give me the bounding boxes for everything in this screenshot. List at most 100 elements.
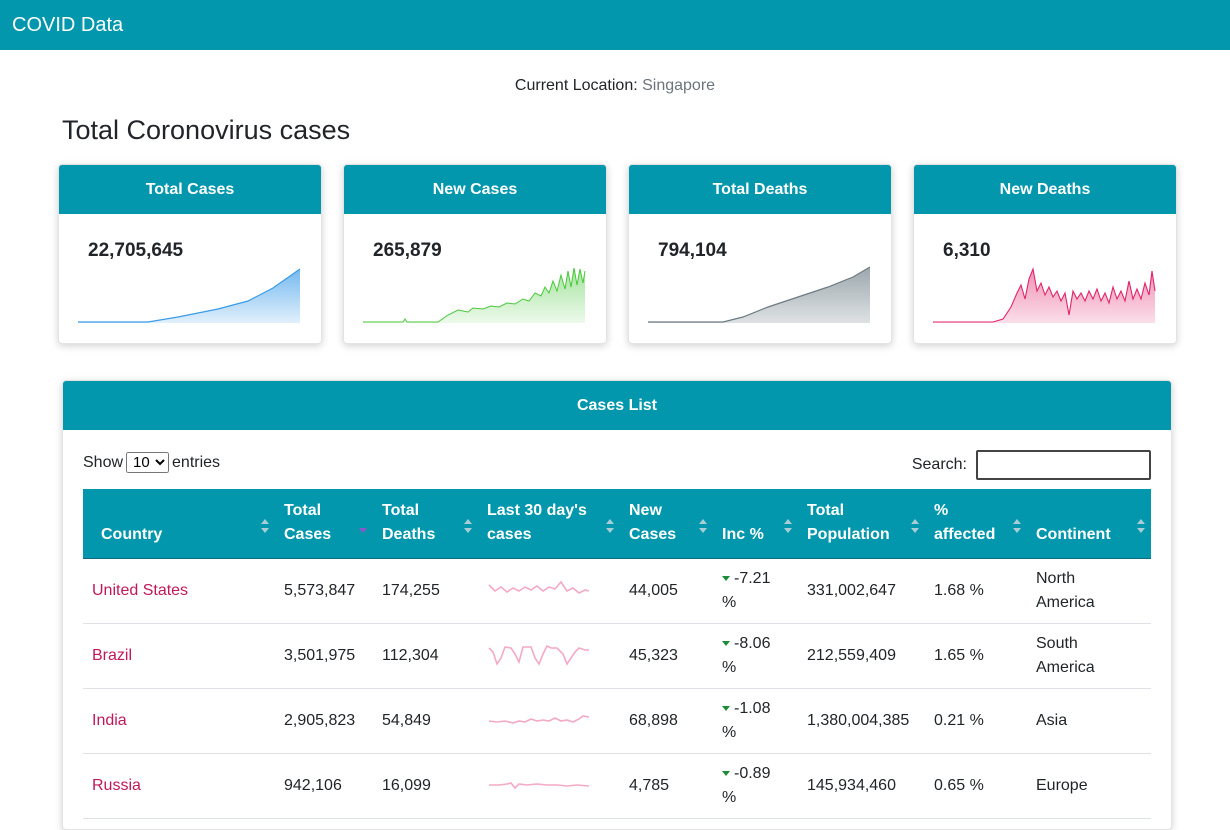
sparkline-cell [478,753,620,819]
table-row: United States 5,573,847 174,255 44,005 -… [83,558,1151,624]
card-value: 6,310 [943,240,991,261]
card-value: 265,879 [373,240,442,261]
new-cases-cell: 68,898 [620,688,713,754]
table-row: Russia 942,106 16,099 4,785 -0.89% 145,9… [83,753,1151,819]
page-length-select[interactable]: 10 [126,452,170,473]
down-arrow-icon [722,575,730,581]
sparkline-chart [488,580,590,594]
card-title: New Deaths [914,165,1176,214]
card-title: New Cases [344,165,606,214]
continent-cell: South America [1027,623,1151,689]
cases-table: Country Total Cases Total Deaths Last 30 d… [83,489,1151,819]
chart-area [933,269,1155,323]
col-header-new-cases[interactable]: New Cases [620,489,713,559]
new-cases-area-chart [363,267,586,323]
card-total-cases: Total Cases 22,705,645 [58,164,322,344]
sort-arrows-icon [911,518,919,533]
card-title: Total Deaths [629,165,891,214]
down-arrow-icon [722,640,730,646]
location-label: Current Location: [514,77,638,94]
search-input[interactable] [976,450,1151,480]
sparkline [488,714,590,724]
chart-area [363,268,585,323]
inc-percent-cell: -0.89% [713,753,798,819]
country-link[interactable]: India [92,712,127,729]
affected-cell: 0.21 % [925,688,1027,754]
population-cell: 331,002,647 [798,558,925,624]
table-controls: Show 10 entries Search: [63,430,1171,488]
affected-cell: 1.65 % [925,623,1027,689]
sparkline-chart [489,781,590,789]
total-cases-cell: 5,573,847 [275,558,373,624]
sparkline-cell [478,623,620,689]
card-value: 22,705,645 [88,240,184,261]
top-navbar: COVID Data [0,0,1230,50]
sort-arrows-icon [261,518,269,533]
show-label: Show [83,453,124,471]
new-cases-cell: 4,785 [620,753,713,819]
current-location: Current Location: Singapore [0,77,1230,95]
affected-cell: 0.65 % [925,753,1027,819]
col-header-last-30-days[interactable]: Last 30 day's cases [478,489,620,559]
table-row: India 2,905,823 54,849 68,898 -1.08% 1,3… [83,688,1151,754]
total-deaths-cell: 174,255 [373,558,478,624]
sort-arrows-icon [784,518,792,533]
col-header-total-population[interactable]: Total Population [798,489,925,559]
card-new-cases: New Cases 265,879 [343,164,607,344]
summary-cards: Total Cases 22,705,645 New Cases 265,879… [0,164,1230,344]
entries-label: entries [172,453,221,471]
continent-cell: Europe [1027,753,1151,819]
population-cell: 145,934,460 [798,753,925,819]
new-deaths-area-chart [933,267,1156,323]
cases-list-title: Cases List [63,381,1171,430]
sparkline [489,781,590,789]
col-header-inc-percent[interactable]: Inc % [713,489,798,559]
country-link[interactable]: Brazil [92,647,132,664]
sort-arrows-icon [699,518,707,533]
affected-cell: 1.68 % [925,558,1027,624]
total-deaths-cell: 112,304 [373,623,478,689]
down-arrow-icon [722,770,730,776]
col-header-percent-affected[interactable]: % affected [925,489,1027,559]
sparkline [488,580,590,594]
total-cases-cell: 2,905,823 [275,688,373,754]
sparkline-chart [488,714,590,724]
total-cases-area-chart [78,268,301,323]
inc-percent-cell: -1.08% [713,688,798,754]
sparkline-cell [478,558,620,624]
col-header-continent[interactable]: Continent [1027,489,1151,559]
col-header-total-deaths[interactable]: Total Deaths [373,489,478,559]
location-value: Singapore [642,77,716,94]
new-cases-cell: 44,005 [620,558,713,624]
col-header-country[interactable]: Country [83,489,275,559]
chart-area [648,267,870,323]
sparkline-chart [488,644,589,666]
total-cases-cell: 3,501,975 [275,623,373,689]
total-deaths-cell: 54,849 [373,688,478,754]
brand-title[interactable]: COVID Data [12,14,123,37]
card-total-deaths: Total Deaths 794,104 [628,164,892,344]
sort-desc-icon [359,519,367,533]
card-value: 794,104 [658,240,727,261]
country-link[interactable]: United States [92,582,188,599]
new-cases-cell: 45,323 [620,623,713,689]
search-label: Search: [911,456,967,473]
inc-percent-cell: -8.06% [713,623,798,689]
total-deaths-cell: 16,099 [373,753,478,819]
continent-cell: North America [1027,558,1151,624]
sort-arrows-icon [1137,518,1145,533]
page-title: Total Coronovirus cases [62,115,351,145]
page-length-control: Show 10 entries [83,452,220,473]
inc-percent-cell: -7.21% [713,558,798,624]
table-row: Brazil 3,501,975 112,304 45,323 -8.06% 2… [83,623,1151,689]
table-header-row: Country Total Cases Total Deaths Last 30 d… [83,489,1151,559]
sort-arrows-icon [606,518,614,533]
sort-arrows-icon [1013,518,1021,533]
card-title: Total Cases [59,165,321,214]
population-cell: 212,559,409 [798,623,925,689]
continent-cell: Asia [1027,688,1151,754]
col-header-total-cases[interactable]: Total Cases [275,489,373,559]
country-link[interactable]: Russia [92,777,141,794]
sort-arrows-icon [464,518,472,533]
down-arrow-icon [722,705,730,711]
